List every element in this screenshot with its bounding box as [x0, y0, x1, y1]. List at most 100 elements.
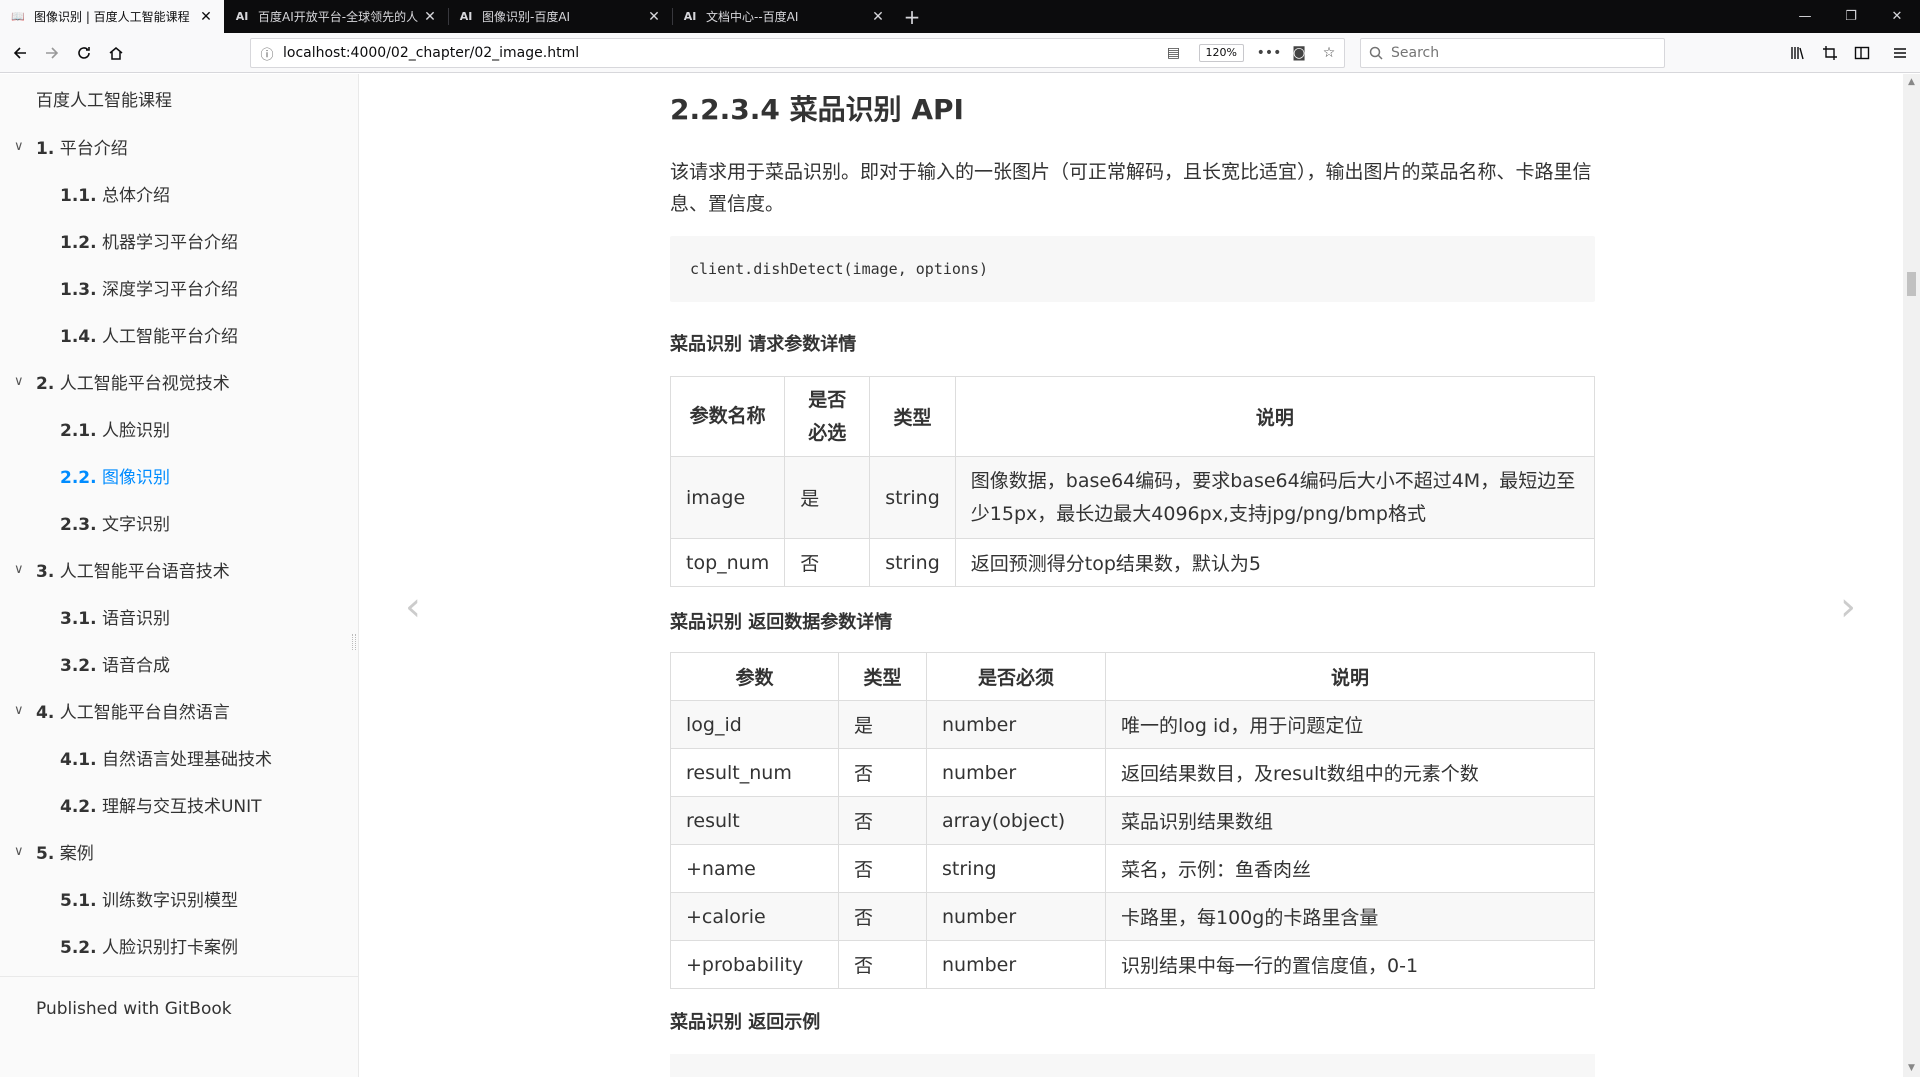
sidebar-item-1-2[interactable]: 1.2. 机器学习平台介绍 — [60, 228, 238, 253]
chapter-label: 1. 平台介绍 — [36, 139, 128, 159]
more-actions-icon[interactable]: ••• — [1254, 45, 1284, 61]
book-title-link[interactable]: 百度人工智能课程 — [36, 86, 172, 111]
bookmark-star-icon[interactable]: ☆ — [1314, 45, 1344, 61]
response-example-heading: 菜品识别 返回示例 — [670, 1012, 821, 1033]
close-icon[interactable]: ✕ — [646, 9, 662, 25]
sidebar-item-4-1[interactable]: 4.1. 自然语言处理基础技术 — [60, 745, 272, 770]
response-params-table: 参数 类型 是否必须 说明 log_id 是 number 唯一的log id，… — [670, 652, 1595, 989]
restore-icon[interactable]: ❐ — [1828, 0, 1874, 33]
table-header: 类型 — [869, 376, 956, 457]
sidebar-item-3-1[interactable]: 3.1. 语音识别 — [60, 604, 170, 629]
table-row: log_id 是 number 唯一的log id，用于问题定位 — [670, 700, 1595, 749]
scroll-down-icon[interactable]: ▼ — [1903, 1060, 1920, 1077]
table-cell: 识别结果中每一行的置信度值，0-1 — [1105, 940, 1595, 989]
sidebar-item-3-2[interactable]: 3.2. 语音合成 — [60, 651, 170, 676]
window-controls: — ❐ ✕ — [1782, 0, 1920, 33]
reload-icon[interactable] — [70, 39, 98, 67]
back-icon[interactable] — [6, 39, 34, 67]
reader-view-icon[interactable]: ▤ — [1159, 45, 1189, 61]
new-tab-icon[interactable]: + — [896, 0, 928, 33]
sidebar-item-5-2[interactable]: 5.2. 人脸识别打卡案例 — [60, 933, 238, 958]
sidebar-item-5-1[interactable]: 5.1. 训练数字识别模型 — [60, 886, 238, 911]
vertical-scrollbar[interactable]: ▲ ▼ — [1903, 74, 1920, 1077]
table-row: +name 否 string 菜名，示例：鱼香肉丝 — [670, 844, 1595, 893]
chevron-down-icon[interactable]: ∨ — [14, 562, 36, 577]
page-title: 2.2.3.4 菜品识别 API — [670, 93, 964, 126]
table-header: 是否必须 — [926, 652, 1106, 701]
chapter-2[interactable]: ∨ 2. 人工智能平台视觉技术 — [14, 369, 230, 394]
table-header: 说明 — [1105, 652, 1595, 701]
chapter-label: 5. 案例 — [36, 844, 94, 864]
table-cell: 唯一的log id，用于问题定位 — [1105, 700, 1595, 749]
tab-title: 文档中心--百度AI — [706, 10, 799, 24]
chevron-down-icon[interactable]: ∨ — [14, 844, 36, 859]
home-icon[interactable] — [102, 39, 130, 67]
table-cell: 返回结果数目，及result数组中的元素个数 — [1105, 748, 1595, 797]
gitbook-link[interactable]: Published with GitBook — [36, 999, 232, 1019]
chevron-down-icon[interactable]: ∨ — [14, 374, 36, 389]
table-cell: top_num — [669, 538, 786, 587]
sidebar-footer: Published with GitBook — [0, 976, 359, 1019]
sidebar-item-2-1[interactable]: 2.1. 人脸识别 — [60, 416, 170, 441]
library-icon[interactable] — [1784, 39, 1812, 67]
table-cell: 菜名，示例：鱼香肉丝 — [1105, 844, 1595, 893]
pocket-icon[interactable]: ◙ — [1284, 45, 1314, 61]
browser-tab[interactable]: AI 图像识别-百度AI ✕ — [448, 0, 672, 33]
search-bar[interactable] — [1360, 38, 1665, 68]
chapter-5[interactable]: ∨ 5. 案例 — [14, 839, 94, 864]
site-info-icon[interactable]: ⓘ — [251, 44, 283, 63]
table-header: 参数名称 — [669, 376, 786, 457]
table-cell: 菜品识别结果数组 — [1105, 796, 1595, 845]
tab-title: 图像识别-百度AI — [482, 10, 571, 24]
previous-page-icon[interactable]: ‹ — [405, 584, 421, 630]
forward-icon[interactable] — [38, 39, 66, 67]
browser-tab[interactable]: AI 百度AI开放平台-全球领先的人 ✕ — [224, 0, 448, 33]
table-header: 类型 — [838, 652, 927, 701]
close-icon[interactable]: ✕ — [198, 9, 214, 25]
table-cell: string — [926, 844, 1106, 893]
table-cell: image — [669, 456, 786, 539]
chevron-down-icon[interactable]: ∨ — [14, 139, 36, 154]
sidebar-item-4-2[interactable]: 4.2. 理解与交互技术UNIT — [60, 792, 262, 817]
chapter-label: 4. 人工智能平台自然语言 — [36, 703, 230, 723]
minimize-icon[interactable]: — — [1782, 0, 1828, 33]
chapter-3[interactable]: ∨ 3. 人工智能平台语音技术 — [14, 557, 230, 582]
table-cell: 否 — [838, 940, 927, 989]
table-cell: log_id — [670, 700, 839, 749]
tab-title: 图像识别 | 百度人工智能课程 — [34, 10, 190, 24]
table-cell: 是 — [838, 700, 927, 749]
browser-tab[interactable]: AI 文档中心--百度AI ✕ — [672, 0, 896, 33]
url-bar[interactable]: ⓘ localhost:4000/02_chapter/02_image.htm… — [250, 38, 1345, 68]
screenshot-icon[interactable] — [1816, 39, 1844, 67]
sidebar-item-2-3[interactable]: 2.3. 文字识别 — [60, 510, 170, 535]
sidebar-resize-handle[interactable] — [352, 634, 356, 650]
menu-icon[interactable] — [1886, 39, 1914, 67]
scroll-up-icon[interactable]: ▲ — [1903, 74, 1920, 91]
chapter-label: 3. 人工智能平台语音技术 — [36, 562, 230, 582]
table-row: result_num 否 number 返回结果数目，及result数组中的元素… — [670, 748, 1595, 797]
sidebar-item-2-2-active[interactable]: 2.2. 图像识别 — [60, 463, 170, 488]
browser-tab-active[interactable]: 📖 图像识别 | 百度人工智能课程 ✕ — [0, 0, 224, 33]
table-cell: array(object) — [926, 796, 1106, 845]
tab-strip: 📖 图像识别 | 百度人工智能课程 ✕ AI 百度AI开放平台-全球领先的人 ✕… — [0, 0, 1920, 33]
sidebar-item-1-3[interactable]: 1.3. 深度学习平台介绍 — [60, 275, 238, 300]
close-window-icon[interactable]: ✕ — [1874, 0, 1920, 33]
sidebar-item-1-4[interactable]: 1.4. 人工智能平台介绍 — [60, 322, 238, 347]
chevron-down-icon[interactable]: ∨ — [14, 703, 36, 718]
table-row: +probability 否 number 识别结果中每一行的置信度值，0-1 — [670, 940, 1595, 989]
next-page-icon[interactable]: › — [1840, 584, 1856, 630]
sidebar-toggle-icon[interactable] — [1848, 39, 1876, 67]
close-icon[interactable]: ✕ — [422, 9, 438, 25]
sidebar-item-1-1[interactable]: 1.1. 总体介绍 — [60, 181, 170, 206]
chapter-4[interactable]: ∨ 4. 人工智能平台自然语言 — [14, 698, 230, 723]
search-input[interactable] — [1391, 45, 1664, 61]
chapter-1[interactable]: ∨ 1. 平台介绍 — [14, 134, 128, 159]
scrollbar-thumb[interactable] — [1907, 272, 1916, 296]
table-cell: +probability — [670, 940, 839, 989]
ai-favicon-icon: AI — [459, 10, 473, 23]
url-text[interactable]: localhost:4000/02_chapter/02_image.html — [283, 45, 1159, 61]
book-icon: 📖 — [11, 10, 25, 23]
close-icon[interactable]: ✕ — [870, 9, 886, 25]
page-content: ‹ › 2.2.3.4 菜品识别 API 该请求用于菜品识别。即对于输入的一张图… — [360, 74, 1910, 1077]
zoom-level[interactable]: 120% — [1198, 44, 1244, 62]
